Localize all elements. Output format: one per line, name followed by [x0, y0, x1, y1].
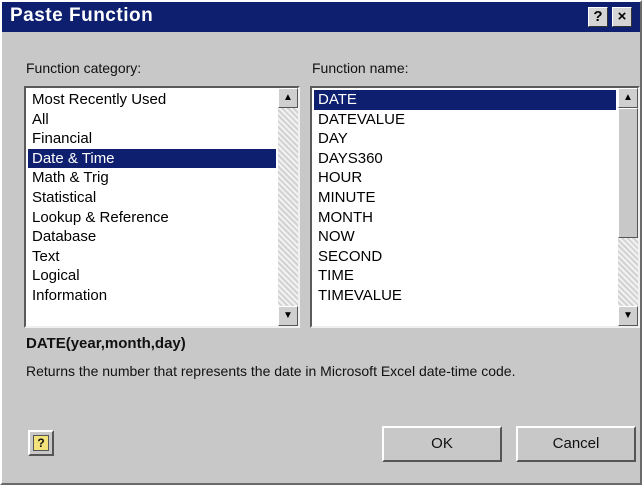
- function-list-item[interactable]: MINUTE: [314, 188, 616, 208]
- function-syntax: DATE(year,month,day): [26, 335, 186, 352]
- scroll-down-icon[interactable]: ▼: [278, 306, 298, 326]
- help-icon: ?: [33, 435, 49, 451]
- function-name-label: Function name:: [312, 60, 409, 76]
- scroll-up-icon[interactable]: ▲: [618, 88, 638, 108]
- category-list-item[interactable]: All: [28, 110, 276, 130]
- function-category-label: Function category:: [26, 60, 142, 76]
- dialog-title: Paste Function: [10, 5, 154, 26]
- function-list-item[interactable]: TIME: [314, 266, 616, 286]
- function-list-item[interactable]: DAY: [314, 129, 616, 149]
- category-list-item[interactable]: Information: [28, 286, 276, 306]
- title-help-button[interactable]: ?: [588, 7, 608, 27]
- paste-function-dialog: Paste Function ? × Function category: Fu…: [0, 0, 642, 485]
- ok-button[interactable]: OK: [382, 426, 502, 462]
- function-list-item[interactable]: DATEVALUE: [314, 110, 616, 130]
- help-button[interactable]: ?: [28, 430, 54, 456]
- category-list-item[interactable]: Logical: [28, 266, 276, 286]
- function-category-list[interactable]: Most Recently Used All Financial Date & Tim…: [24, 86, 300, 328]
- category-scrollbar[interactable]: ▲ ▼: [278, 88, 298, 326]
- category-list-item[interactable]: Statistical: [28, 188, 276, 208]
- title-bar[interactable]: Paste Function ? ×: [2, 2, 640, 32]
- cancel-button[interactable]: Cancel: [516, 426, 636, 462]
- category-list-item[interactable]: Math & Trig: [28, 168, 276, 188]
- category-list-item[interactable]: Lookup & Reference: [28, 208, 276, 228]
- category-list-item[interactable]: Date & Time: [28, 148, 276, 169]
- function-list-item[interactable]: DAYS360: [314, 149, 616, 169]
- function-list-item[interactable]: MONTH: [314, 208, 616, 228]
- category-list-item[interactable]: Text: [28, 247, 276, 267]
- scroll-up-icon[interactable]: ▲: [278, 88, 298, 108]
- function-scrollbar[interactable]: ▲ ▼: [618, 88, 638, 326]
- function-list-item[interactable]: HOUR: [314, 168, 616, 188]
- function-list-item[interactable]: NOW: [314, 227, 616, 247]
- function-description: Returns the number that represents the d…: [26, 363, 516, 379]
- function-list-item[interactable]: SECOND: [314, 247, 616, 267]
- category-list-item[interactable]: Financial: [28, 129, 276, 149]
- category-list-item[interactable]: Database: [28, 227, 276, 247]
- scroll-down-icon[interactable]: ▼: [618, 306, 638, 326]
- category-items: Most Recently Used All Financial Date & Tim…: [28, 90, 276, 326]
- function-list-item[interactable]: DATE: [314, 90, 616, 110]
- function-list-item[interactable]: TIMEVALUE: [314, 286, 616, 306]
- close-button[interactable]: ×: [612, 7, 632, 27]
- category-list-item[interactable]: Most Recently Used: [28, 90, 276, 110]
- function-name-list[interactable]: DATE DATEVALUE DAY DAYS360 HOUR MINUTE MONTH NO…: [310, 86, 640, 328]
- function-items: DATE DATEVALUE DAY DAYS360 HOUR MINUTE MONTH NO…: [314, 90, 616, 326]
- scroll-thumb[interactable]: [618, 108, 638, 238]
